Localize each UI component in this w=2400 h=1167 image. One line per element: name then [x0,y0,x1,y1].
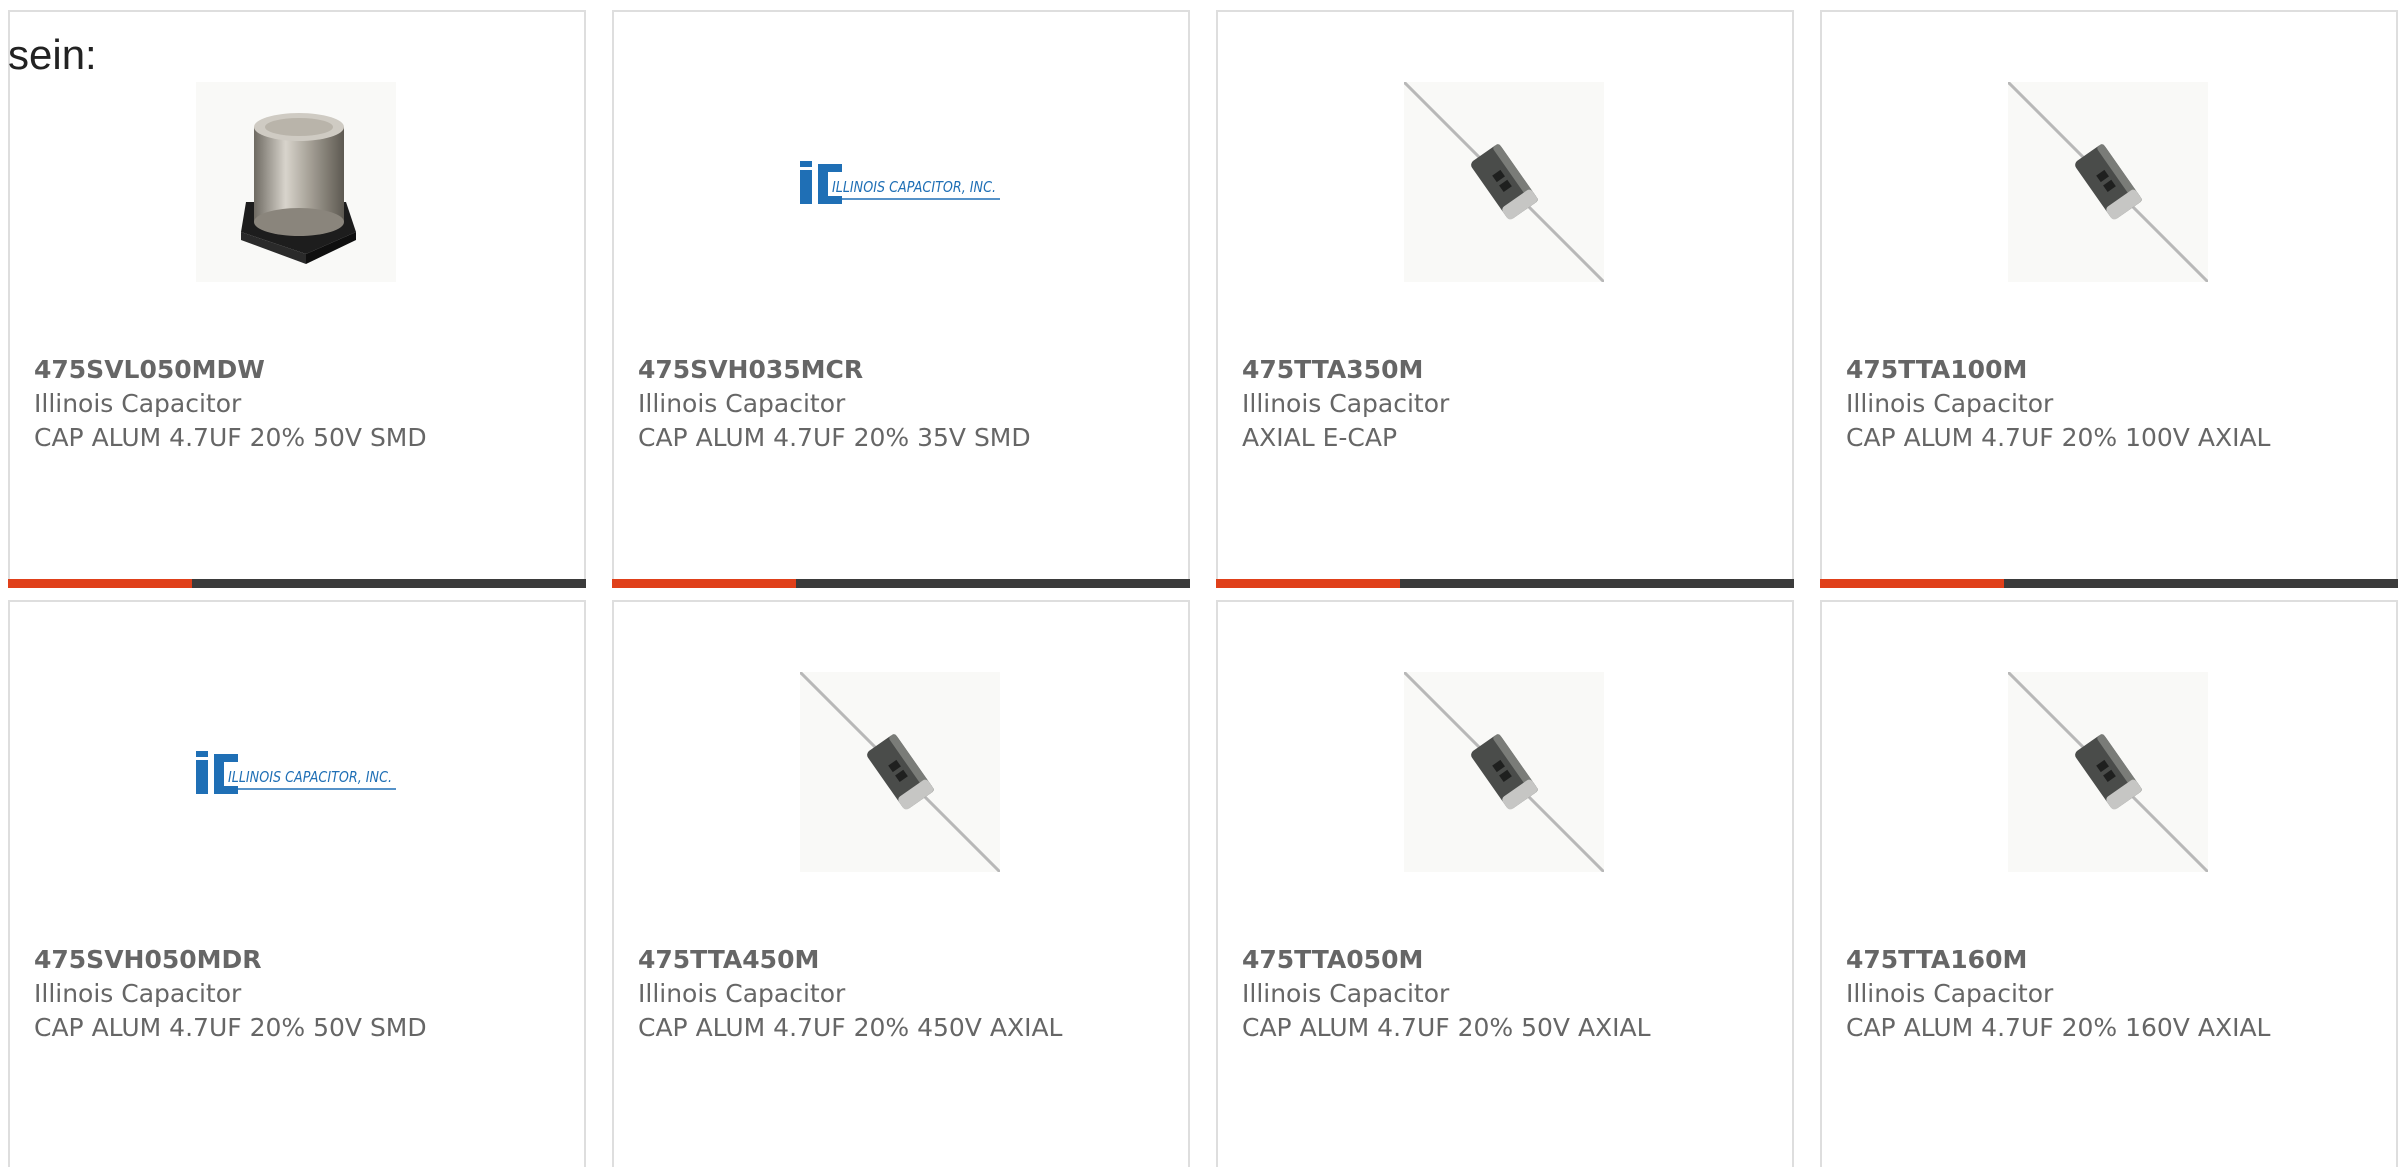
axial-capacitor-icon [800,672,1000,872]
card-accent-bar [1216,579,1794,588]
product-info: 475TTA160M Illinois Capacitor CAP ALUM 4… [1846,943,2316,1045]
illinois-capacitor-logo: ILLINOIS CAPACITOR, INC. [800,161,1000,204]
part-number[interactable]: 475SVH050MDR [34,943,504,977]
product-info: 475TTA450M Illinois Capacitor CAP ALUM 4… [638,943,1108,1045]
product-image[interactable] [196,82,396,282]
manufacturer: Illinois Capacitor [638,389,846,418]
manufacturer: Illinois Capacitor [638,979,846,1008]
description: CAP ALUM 4.7UF 20% 50V AXIAL [1242,1013,1651,1042]
part-number[interactable]: 475SVL050MDW [34,353,504,387]
product-card[interactable]: ILLINOIS CAPACITOR, INC. 475SVH035MCR Il… [612,10,1190,588]
axial-capacitor-icon [2008,82,2208,282]
illinois-capacitor-logo: ILLINOIS CAPACITOR, INC. [196,751,396,794]
product-grid: 475SVL050MDW Illinois Capacitor CAP ALUM… [8,10,2398,1167]
lead-text: sein: [8,31,97,78]
axial-capacitor-icon [2008,672,2208,872]
manufacturer: Illinois Capacitor [1242,979,1450,1008]
product-card[interactable]: 475SVL050MDW Illinois Capacitor CAP ALUM… [8,10,586,588]
product-card[interactable]: 475TTA350M Illinois Capacitor AXIAL E-CA… [1216,10,1794,588]
part-number[interactable]: 475TTA100M [1846,353,2316,387]
product-image[interactable] [2008,672,2208,872]
logo-text: ILLINOIS CAPACITOR, INC. [832,178,996,196]
product-image[interactable] [1404,672,1604,872]
manufacturer: Illinois Capacitor [34,979,242,1008]
product-image[interactable]: ILLINOIS CAPACITOR, INC. [800,82,1000,282]
product-info: 475TTA350M Illinois Capacitor AXIAL E-CA… [1242,353,1712,455]
product-image[interactable] [2008,82,2208,282]
product-info: 475TTA050M Illinois Capacitor CAP ALUM 4… [1242,943,1712,1045]
description: AXIAL E-CAP [1242,423,1398,452]
card-accent-bar [612,579,1190,588]
product-image[interactable] [1404,82,1604,282]
product-info: 475SVH050MDR Illinois Capacitor CAP ALUM… [34,943,504,1045]
product-image[interactable]: ILLINOIS CAPACITOR, INC. [196,672,396,872]
description: CAP ALUM 4.7UF 20% 160V AXIAL [1846,1013,2271,1042]
description: CAP ALUM 4.7UF 20% 50V SMD [34,1013,427,1042]
manufacturer: Illinois Capacitor [1242,389,1450,418]
product-card[interactable]: 475TTA450M Illinois Capacitor CAP ALUM 4… [612,600,1190,1167]
logo-text: ILLINOIS CAPACITOR, INC. [228,768,392,786]
part-number[interactable]: 475TTA350M [1242,353,1712,387]
card-accent-bar [1820,579,2398,588]
axial-capacitor-icon [1404,672,1604,872]
axial-capacitor-icon [1404,82,1604,282]
description: CAP ALUM 4.7UF 20% 35V SMD [638,423,1031,452]
description: CAP ALUM 4.7UF 20% 450V AXIAL [638,1013,1063,1042]
product-card[interactable]: 475TTA100M Illinois Capacitor CAP ALUM 4… [1820,10,2398,588]
product-info: 475TTA100M Illinois Capacitor CAP ALUM 4… [1846,353,2316,455]
manufacturer: Illinois Capacitor [1846,389,2054,418]
manufacturer: Illinois Capacitor [34,389,242,418]
part-number[interactable]: 475SVH035MCR [638,353,1108,387]
manufacturer: Illinois Capacitor [1846,979,2054,1008]
product-card[interactable]: 475TTA050M Illinois Capacitor CAP ALUM 4… [1216,600,1794,1167]
card-accent-bar [8,579,586,588]
product-card[interactable]: 475TTA160M Illinois Capacitor CAP ALUM 4… [1820,600,2398,1167]
product-info: 475SVH035MCR Illinois Capacitor CAP ALUM… [638,353,1108,455]
description: CAP ALUM 4.7UF 20% 50V SMD [34,423,427,452]
part-number[interactable]: 475TTA050M [1242,943,1712,977]
description: CAP ALUM 4.7UF 20% 100V AXIAL [1846,423,2271,452]
smd-capacitor-icon [241,113,356,264]
part-number[interactable]: 475TTA160M [1846,943,2316,977]
part-number[interactable]: 475TTA450M [638,943,1108,977]
product-info: 475SVL050MDW Illinois Capacitor CAP ALUM… [34,353,504,455]
product-image[interactable] [800,672,1000,872]
product-card[interactable]: ILLINOIS CAPACITOR, INC. 475SVH050MDR Il… [8,600,586,1167]
